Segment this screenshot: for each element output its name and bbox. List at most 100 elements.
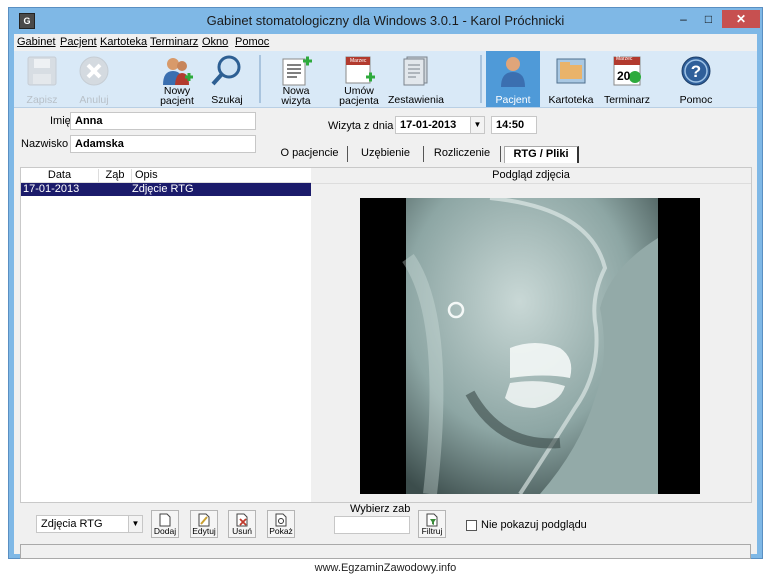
visit-time-field[interactable]: 14:50 xyxy=(491,116,537,134)
cancel-icon xyxy=(79,56,109,86)
new-visit-button[interactable]: Nowa wizyta xyxy=(274,51,318,107)
svg-text:?: ? xyxy=(691,62,701,81)
visit-date-combo[interactable]: 17-01-2013 ▼ xyxy=(395,116,485,134)
help-button[interactable]: ? Pomoc xyxy=(669,51,723,107)
status-bar xyxy=(20,544,751,559)
menu-okno-label: Okno xyxy=(202,36,229,48)
add-label: Dodaj xyxy=(153,526,177,536)
menu-kartoteka[interactable]: Kartoteka xyxy=(100,36,147,48)
file-type-select[interactable]: Zdjęcia RTG ▼ xyxy=(36,515,143,533)
title-bar[interactable]: G Gabinet stomatologiczny dla Windows 3.… xyxy=(9,8,762,34)
cancel-label: Anuluj xyxy=(79,94,109,106)
table-row[interactable]: 17-01-2013 Zdjęcie RTG xyxy=(21,183,311,196)
watermark: www.EgzaminZawodowy.info xyxy=(314,562,457,574)
filter-button[interactable]: Filtruj xyxy=(418,510,446,538)
row-description: Zdjęcie RTG xyxy=(132,183,194,195)
new-visit-icon xyxy=(282,56,312,86)
edit-button[interactable]: Edytuj xyxy=(190,510,218,538)
filter-icon xyxy=(426,513,438,527)
schedule-patient-label: Umów pacjenta xyxy=(336,86,382,107)
reports-label: Zestawienia xyxy=(387,94,445,106)
delete-label: Usuń xyxy=(232,526,252,536)
delete-button[interactable]: Usuń xyxy=(228,510,256,538)
col-date[interactable]: Data xyxy=(21,169,99,182)
help-icon: ? xyxy=(681,56,711,86)
menu-terminarz[interactable]: Terminarz xyxy=(150,36,198,48)
preview-panel: Podgląd zdjęcia xyxy=(311,167,752,503)
search-icon xyxy=(211,55,241,86)
chevron-down-icon[interactable]: ▼ xyxy=(470,117,484,133)
tab-rtg-files[interactable]: RTG / Pliki xyxy=(504,146,579,163)
visit-label: Wizyta z dnia xyxy=(328,120,394,132)
new-patient-line2: pacjent xyxy=(160,95,194,107)
menu-gabinet[interactable]: Gabinet xyxy=(17,36,56,48)
records-icon xyxy=(556,58,586,84)
cancel-button[interactable]: Anuluj xyxy=(72,51,116,107)
search-label: Szukaj xyxy=(211,94,243,106)
records-button[interactable]: Kartoteka xyxy=(544,51,598,107)
client-area: Gabinet Pacjent Kartoteka Terminarz Okno… xyxy=(14,34,757,559)
window-title: Gabinet stomatologiczny dla Windows 3.0.… xyxy=(206,13,565,28)
search-button[interactable]: Szukaj xyxy=(204,51,250,107)
last-name-field[interactable]: Adamska xyxy=(70,135,256,153)
menu-pacjent-label: Pacjent xyxy=(60,36,97,48)
add-file-icon xyxy=(159,513,171,527)
delete-icon xyxy=(236,513,248,527)
preview-title: Podgląd zdjęcia xyxy=(311,169,751,184)
app-window: G Gabinet stomatologiczny dla Windows 3.… xyxy=(8,7,763,559)
save-button[interactable]: Zapisz xyxy=(20,51,64,107)
edit-label: Edytuj xyxy=(192,526,216,536)
preview-icon xyxy=(275,513,287,527)
last-name-label: Nazwisko xyxy=(21,138,69,150)
xray-picture xyxy=(402,198,658,494)
menu-gabinet-label: Gabinet xyxy=(17,36,56,48)
toolbar-separator xyxy=(259,55,261,103)
menu-bar: Gabinet Pacjent Kartoteka Terminarz Okno… xyxy=(14,34,757,51)
reports-icon xyxy=(403,56,428,86)
choose-tooth-label: Wybierz zab xyxy=(350,503,411,515)
first-name-field[interactable]: Anna xyxy=(70,112,256,130)
menu-terminarz-label: Terminarz xyxy=(150,36,199,48)
list-header: Data Ząb Opis xyxy=(21,168,311,183)
files-list: Data Ząb Opis 17-01-2013 Zdjęcie RTG xyxy=(20,167,312,503)
menu-okno[interactable]: Okno xyxy=(202,36,228,48)
schedule-patient-button[interactable]: Marzec Umów pacjenta xyxy=(336,51,382,107)
toolbar: Zapisz Anuluj Nowy pacjent Szukaj Nowa wiz… xyxy=(14,51,757,108)
patient-icon xyxy=(501,57,525,87)
schedule-badge: Marzec xyxy=(350,58,367,64)
new-patient-label: Nowy pacjent xyxy=(152,86,202,107)
menu-pomoc-label: Pomoc xyxy=(235,36,270,48)
tab-dentition[interactable]: Uzębienie xyxy=(348,146,424,162)
maximize-button[interactable]: □ xyxy=(695,10,722,28)
tooth-input[interactable] xyxy=(334,516,410,534)
reports-button[interactable]: Zestawienia xyxy=(386,51,446,107)
calendar-badge: Marzec xyxy=(616,56,633,62)
col-description[interactable]: Opis xyxy=(135,169,305,182)
calendar-day: 20 xyxy=(617,69,631,83)
show-label: Pokaż xyxy=(269,526,293,536)
help-label: Pomoc xyxy=(679,94,713,106)
calendar-label: Terminarz xyxy=(603,94,651,106)
add-button[interactable]: Dodaj xyxy=(151,510,179,538)
new-visit-line2: wizyta xyxy=(281,95,311,107)
file-type-value: Zdjęcia RTG xyxy=(41,518,103,530)
floppy-disk-icon xyxy=(27,56,57,86)
tab-billing[interactable]: Rozliczenie xyxy=(424,146,501,162)
patient-label: Pacjent xyxy=(495,94,531,106)
row-date: 17-01-2013 xyxy=(23,183,80,195)
patient-button[interactable]: Pacjent xyxy=(486,51,540,107)
col-tooth[interactable]: Ząb xyxy=(99,169,132,182)
menu-pacjent[interactable]: Pacjent xyxy=(60,36,97,48)
new-patient-button[interactable]: Nowy pacjent xyxy=(152,51,202,107)
no-preview-checkbox[interactable] xyxy=(466,520,477,531)
tab-about-patient[interactable]: O pacjencie xyxy=(272,146,348,162)
menu-pomoc[interactable]: Pomoc xyxy=(235,36,269,48)
close-button[interactable]: ✕ xyxy=(722,10,760,28)
save-label: Zapisz xyxy=(26,94,58,106)
chevron-down-icon[interactable]: ▼ xyxy=(128,516,142,532)
show-button[interactable]: Pokaż xyxy=(267,510,295,538)
calendar-button[interactable]: Marzec 20 Terminarz xyxy=(600,51,654,107)
schedule-line2: pacjenta xyxy=(339,95,379,107)
edit-icon xyxy=(198,513,210,527)
minimize-button[interactable]: – xyxy=(670,10,697,28)
